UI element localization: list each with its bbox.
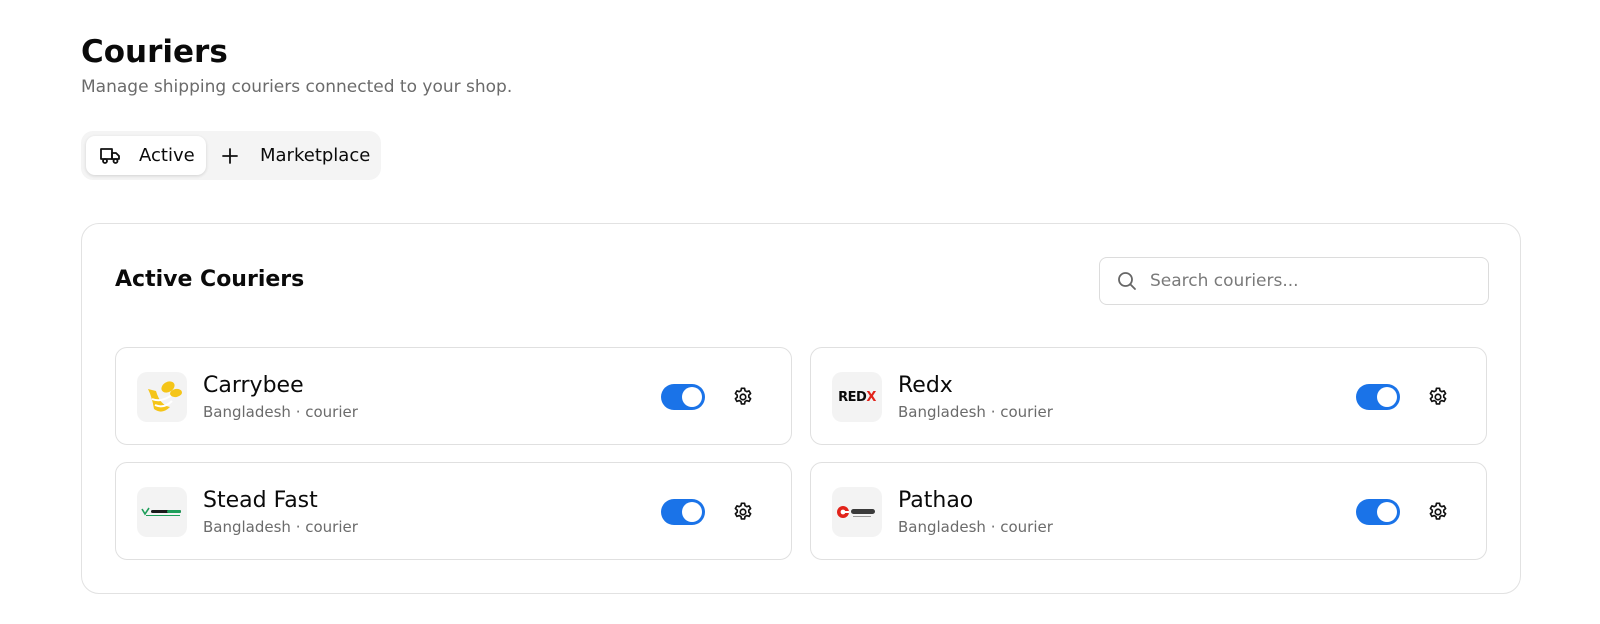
search-box bbox=[1099, 257, 1489, 305]
tab-active-label: Active bbox=[139, 145, 195, 166]
tab-marketplace[interactable]: Marketplace bbox=[206, 136, 382, 175]
page-subtitle: Manage shipping couriers connected to yo… bbox=[81, 77, 513, 97]
redx-logo: REDX bbox=[832, 372, 882, 422]
courier-meta: Bangladesh · courier bbox=[898, 518, 1053, 536]
pathao-logo bbox=[832, 487, 882, 537]
steadfast-logo bbox=[137, 487, 187, 537]
toggle-knob bbox=[1377, 387, 1397, 407]
toggle-knob bbox=[682, 502, 702, 522]
page-header: Couriers Manage shipping couriers connec… bbox=[81, 32, 512, 98]
redx-logo-accent: X bbox=[866, 389, 876, 405]
active-couriers-panel: Active Couriers Carrybee Banglad bbox=[81, 223, 1521, 594]
courier-card-pathao: Pathao Bangladesh · courier bbox=[810, 462, 1487, 560]
search-input[interactable] bbox=[1150, 271, 1470, 291]
page-title: Couriers bbox=[81, 34, 228, 70]
tab-bar: Active Marketplace bbox=[81, 131, 381, 180]
courier-card-carrybee: Carrybee Bangladesh · courier bbox=[115, 347, 792, 445]
plus-icon bbox=[218, 144, 242, 168]
toggle-knob bbox=[682, 387, 702, 407]
truck-icon bbox=[99, 144, 123, 168]
courier-name: Stead Fast bbox=[203, 488, 318, 513]
courier-name: Pathao bbox=[898, 488, 974, 513]
courier-meta: Bangladesh · courier bbox=[898, 403, 1053, 421]
gear-icon[interactable] bbox=[731, 385, 755, 409]
gear-icon[interactable] bbox=[1426, 500, 1450, 524]
toggle-knob bbox=[1377, 502, 1397, 522]
courier-name: Redx bbox=[898, 373, 953, 398]
redx-logo-text: RED bbox=[838, 389, 867, 405]
courier-enabled-toggle[interactable] bbox=[661, 499, 705, 525]
courier-enabled-toggle[interactable] bbox=[1356, 499, 1400, 525]
gear-icon[interactable] bbox=[731, 500, 755, 524]
courier-meta: Bangladesh · courier bbox=[203, 403, 358, 421]
tab-active[interactable]: Active bbox=[86, 136, 206, 175]
panel-title: Active Couriers bbox=[115, 267, 305, 292]
carrybee-logo bbox=[137, 372, 187, 422]
tab-marketplace-label: Marketplace bbox=[260, 145, 371, 166]
courier-enabled-toggle[interactable] bbox=[1356, 384, 1400, 410]
courier-card-redx: REDX Redx Bangladesh · courier bbox=[810, 347, 1487, 445]
courier-name: Carrybee bbox=[203, 373, 304, 398]
courier-card-steadfast: Stead Fast Bangladesh · courier bbox=[115, 462, 792, 560]
courier-enabled-toggle[interactable] bbox=[661, 384, 705, 410]
search-icon bbox=[1116, 270, 1138, 292]
gear-icon[interactable] bbox=[1426, 385, 1450, 409]
courier-grid: Carrybee Bangladesh · courier REDX Redx … bbox=[115, 347, 1489, 560]
courier-meta: Bangladesh · courier bbox=[203, 518, 358, 536]
